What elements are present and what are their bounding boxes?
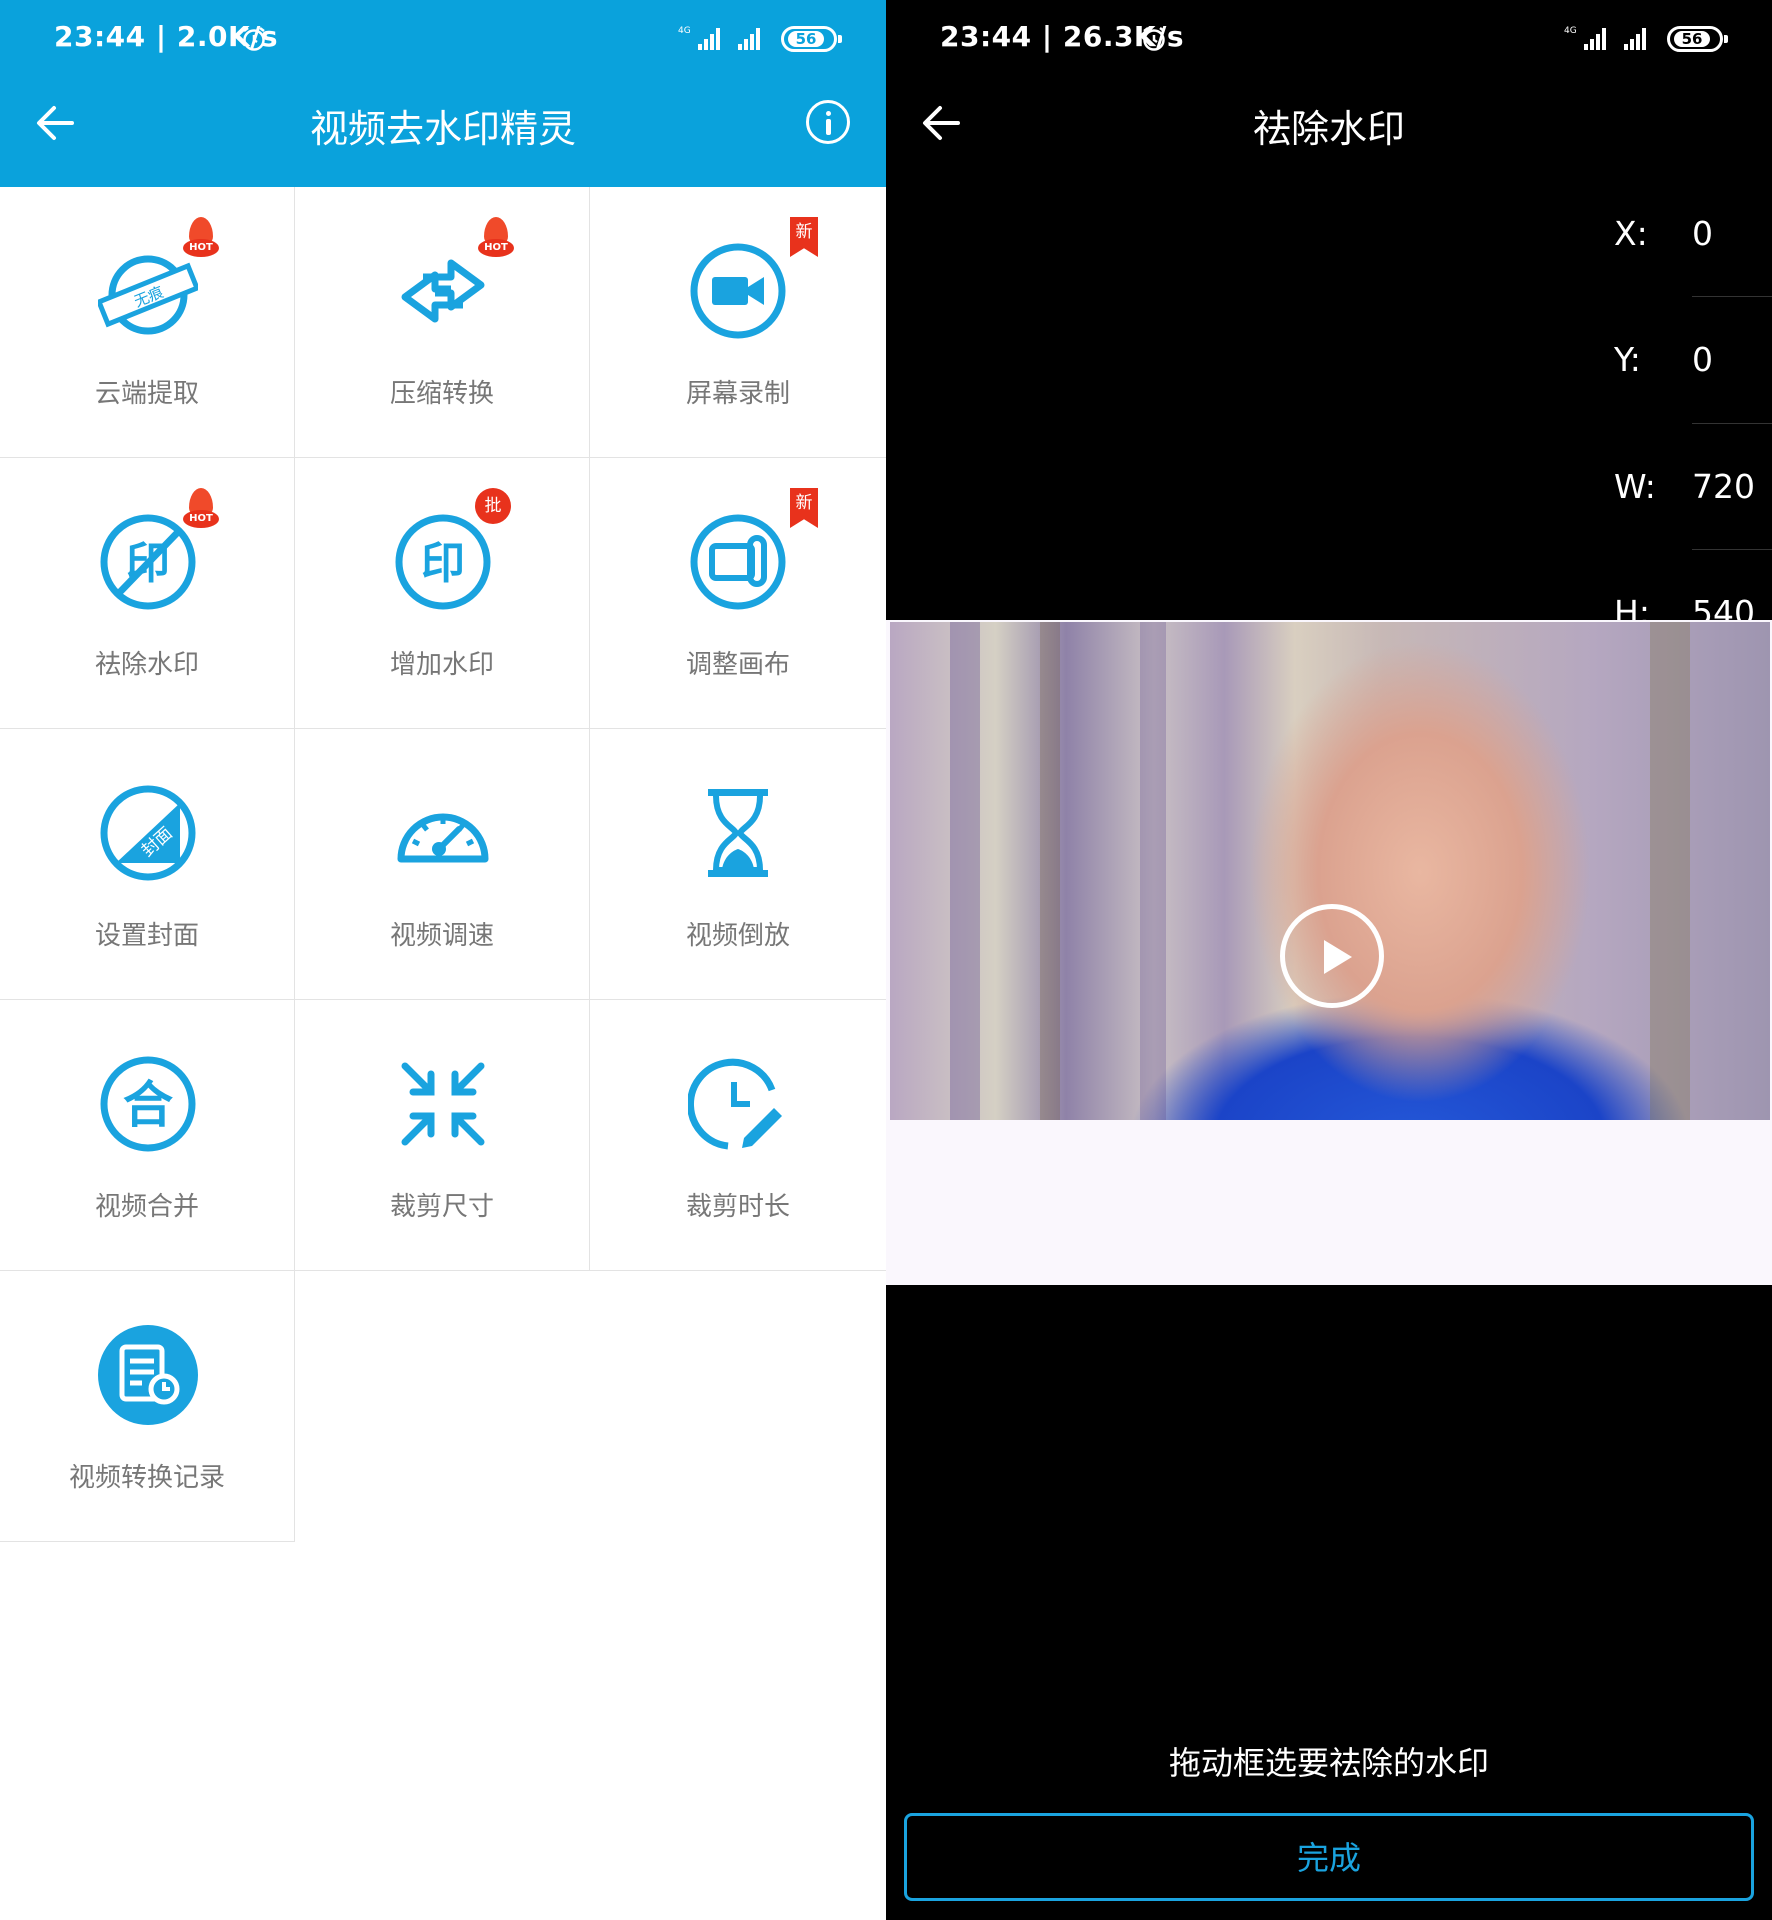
clock-edit-icon (688, 1058, 782, 1150)
grid-item-add-watermark[interactable]: 印 批 增加水印 (295, 458, 590, 729)
app-header: 23:44 | 2.0K/s 4G 56 视频去水印精灵 (0, 0, 886, 187)
alarm-icon (243, 27, 265, 51)
grid-item-adjust-canvas[interactable]: 新 调整画布 (590, 458, 886, 729)
alarm-icon (1143, 27, 1165, 51)
grid-item-label: 压缩转换 (389, 379, 494, 409)
main-menu-screen: 23:44 | 2.0K/s 4G 56 视频去水印精灵 无痕 HOT 云端提取… (0, 0, 886, 1920)
coord-w-label: W: (1614, 467, 1656, 506)
battery-icon: 56 (1667, 26, 1728, 52)
signal-icon (1624, 28, 1646, 50)
crop-size-icon (401, 1062, 485, 1146)
grid-item-video-merge[interactable]: 合 视频合并 (0, 1000, 295, 1271)
divider (1692, 296, 1772, 297)
grid-item-screen-record[interactable]: 新 屏幕录制 (590, 187, 886, 458)
svg-text:印: 印 (421, 538, 465, 589)
svg-text:合: 合 (123, 1076, 173, 1134)
grid-item-label: 裁剪时长 (685, 1192, 790, 1222)
remove-watermark-screen: 23:44 | 26.3K/s 4G 56 祛除水印 X: 0 Y: 0 W: (886, 0, 1772, 1920)
grid-item-label: 调整画布 (685, 650, 790, 680)
hourglass-icon (708, 789, 768, 877)
signal-4g-icon: 4G (1564, 26, 1606, 50)
done-button[interactable]: 完成 (904, 1813, 1754, 1901)
grid-item-video-reverse[interactable]: 视频倒放 (590, 729, 886, 1000)
battery-level: 56 (788, 31, 824, 47)
grid-item-label: 设置封面 (94, 921, 199, 951)
grid-item-label: 祛除水印 (94, 650, 199, 680)
svg-text:4G: 4G (678, 26, 691, 36)
battery-level: 56 (1674, 31, 1710, 47)
grid-item-label: 视频倒放 (685, 921, 790, 951)
grid-item-label: 增加水印 (389, 650, 494, 680)
grid-item-crop-duration[interactable]: 裁剪时长 (590, 1000, 886, 1271)
status-bar: 23:44 | 26.3K/s 4G 56 (886, 0, 1772, 78)
cover-icon: 封面 (100, 785, 196, 881)
signal-4g-icon: 4G (678, 26, 720, 50)
speedometer-icon (397, 813, 489, 863)
battery-icon: 56 (781, 26, 842, 52)
coord-y-value: 0 (1692, 340, 1713, 379)
merge-icon: 合 (100, 1056, 196, 1152)
grid-item-remove-watermark[interactable]: 印 HOT 祛除水印 (0, 458, 295, 729)
video-frame[interactable] (890, 622, 1770, 1120)
camera-icon (690, 243, 786, 339)
grid-item-label: 云端提取 (94, 379, 199, 409)
grid-item-label: 视频调速 (389, 921, 494, 951)
divider (1692, 549, 1772, 550)
canvas-icon (690, 514, 786, 610)
play-button[interactable] (1280, 904, 1384, 1008)
hot-badge: HOT (478, 217, 514, 261)
status-bar: 23:44 | 2.0K/s 4G 56 (0, 0, 886, 78)
signal-icon (738, 28, 760, 50)
page-title: 祛除水印 (1252, 107, 1405, 151)
history-icon (98, 1325, 198, 1425)
coord-w-value: 720 (1692, 467, 1755, 506)
divider (1692, 423, 1772, 424)
grid-item-label: 视频转换记录 (68, 1463, 225, 1493)
coord-x-value: 0 (1692, 214, 1713, 253)
page-title: 视频去水印精灵 (309, 107, 576, 151)
add-watermark-icon: 印 (395, 514, 491, 610)
coord-y-label: Y: (1614, 340, 1641, 379)
video-preview-area[interactable] (886, 620, 1772, 1285)
grid-item-convert-history[interactable]: 视频转换记录 (0, 1271, 295, 1542)
grid-item-compress-convert[interactable]: HOT 压缩转换 (295, 187, 590, 458)
svg-text:4G: 4G (1564, 26, 1577, 36)
grid-item-label: 裁剪尺寸 (389, 1192, 494, 1222)
grid-item-label: 视频合并 (94, 1192, 199, 1222)
new-badge: 新 (790, 217, 818, 257)
selection-hint: 拖动框选要祛除的水印 (1168, 1744, 1489, 1782)
grid-item-crop-size[interactable]: 裁剪尺寸 (295, 1000, 590, 1271)
coord-x-label: X: (1614, 214, 1648, 253)
grid-item-video-speed[interactable]: 视频调速 (295, 729, 590, 1000)
grid-item-label: 屏幕录制 (685, 379, 790, 409)
new-badge: 新 (790, 488, 818, 528)
batch-badge: 批 (475, 488, 511, 524)
grid-item-set-cover[interactable]: 封面 设置封面 (0, 729, 295, 1000)
info-icon[interactable] (806, 100, 850, 144)
grid-item-cloud-extract[interactable]: 无痕 HOT 云端提取 (0, 187, 295, 458)
hot-badge: HOT (183, 488, 219, 532)
hot-badge: HOT (183, 217, 219, 261)
